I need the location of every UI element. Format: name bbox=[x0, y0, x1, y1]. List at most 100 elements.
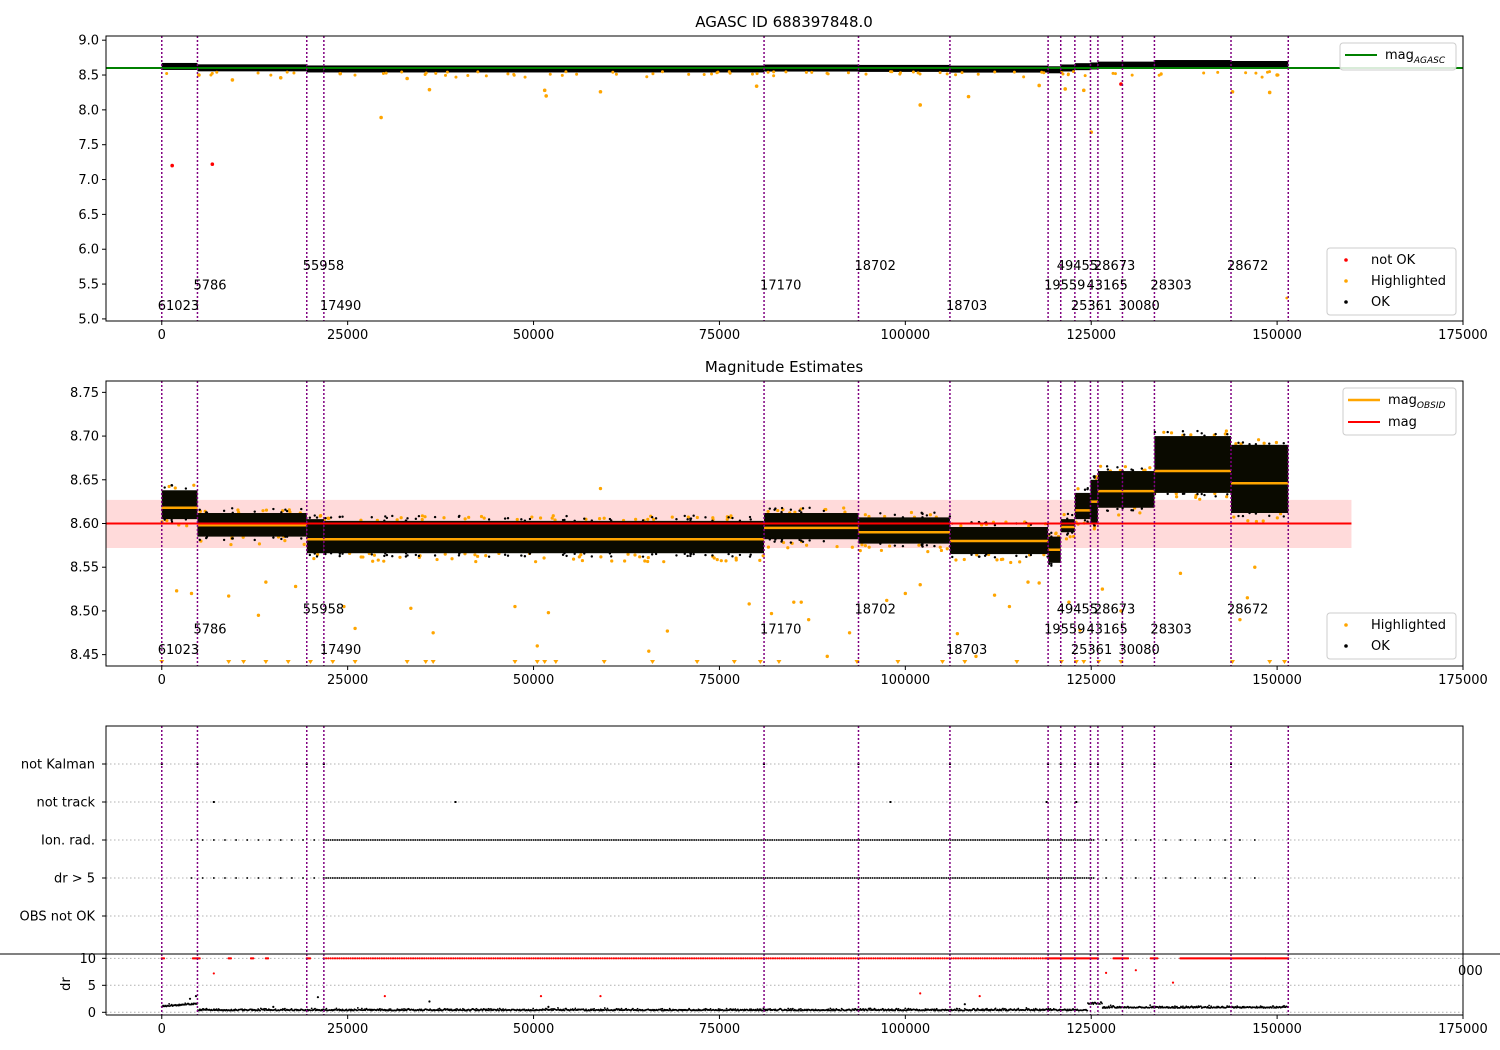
flag-point bbox=[1010, 839, 1012, 841]
dr-clipped-point bbox=[619, 957, 622, 960]
flag-point bbox=[992, 839, 994, 841]
flag-point bbox=[1083, 839, 1086, 841]
flag-point bbox=[403, 839, 405, 841]
highlighted-point bbox=[431, 631, 435, 635]
dr-clipped-point bbox=[351, 957, 354, 960]
flag-point bbox=[447, 839, 450, 841]
ok-point bbox=[683, 552, 686, 556]
dr-clipped-point bbox=[556, 957, 560, 960]
ok-point bbox=[170, 484, 173, 487]
dr-clipped-point bbox=[849, 957, 853, 960]
flag-point bbox=[927, 839, 930, 841]
dr-clipped-point bbox=[872, 957, 875, 960]
flag-point bbox=[381, 839, 383, 841]
highlighted-point bbox=[1068, 535, 1072, 539]
ok-point bbox=[798, 509, 801, 512]
flag-point bbox=[343, 877, 345, 879]
highlighted-point bbox=[716, 70, 720, 74]
dr-clipped-point bbox=[901, 957, 904, 960]
dr-clipped-point bbox=[467, 957, 470, 960]
obsid-label: 55958 bbox=[303, 603, 344, 618]
flag-point bbox=[441, 877, 443, 879]
y-tick-label: 8.60 bbox=[70, 517, 99, 532]
flag-point bbox=[822, 877, 825, 879]
highlighted-point bbox=[670, 515, 674, 519]
highlighted-point bbox=[192, 483, 196, 487]
dr-clipped-point bbox=[543, 957, 546, 960]
flag-point bbox=[996, 877, 999, 879]
highlighted-point bbox=[687, 72, 691, 76]
flag-point bbox=[563, 877, 566, 879]
flag-point bbox=[1061, 839, 1064, 841]
highlighted-point bbox=[1245, 596, 1250, 600]
highlighted-point bbox=[715, 558, 719, 562]
dr-point bbox=[709, 1007, 712, 1010]
flag-point bbox=[595, 877, 597, 879]
ok-point bbox=[1282, 442, 1285, 445]
flag-point bbox=[836, 839, 838, 841]
flag-point bbox=[856, 839, 858, 841]
flag-point bbox=[374, 839, 376, 841]
dr-clipped-point bbox=[342, 957, 346, 960]
legend-bottom: Highlighted OK bbox=[1326, 612, 1457, 660]
highlighted-point bbox=[382, 559, 386, 563]
obsid-label: 18702 bbox=[854, 259, 895, 274]
flag-point bbox=[566, 877, 568, 879]
flag-point bbox=[787, 877, 789, 879]
dr-point bbox=[603, 1007, 606, 1009]
flag-point bbox=[421, 839, 423, 841]
flag-point bbox=[653, 877, 655, 879]
dr-clipped-point bbox=[559, 957, 562, 960]
flag-point bbox=[626, 877, 629, 879]
dr-clipped-point bbox=[1017, 957, 1020, 960]
flag-point bbox=[969, 877, 972, 879]
ok-point bbox=[414, 553, 418, 557]
ok-point bbox=[731, 516, 734, 520]
highlighted-point bbox=[379, 115, 383, 120]
flag-point bbox=[557, 839, 559, 841]
flag-point bbox=[838, 877, 840, 879]
ok-point bbox=[879, 542, 882, 545]
dr-clipped-point bbox=[610, 957, 613, 960]
ok-point bbox=[458, 514, 461, 518]
flag-point bbox=[829, 839, 832, 841]
flag-point bbox=[499, 839, 501, 841]
x-tick-label: 100000 bbox=[881, 328, 931, 343]
dr-clipped-point bbox=[963, 957, 966, 960]
dr-clipped-point bbox=[899, 957, 902, 960]
flag-point bbox=[519, 839, 521, 841]
ok-point bbox=[1140, 467, 1144, 470]
dr-clipped-point bbox=[588, 957, 591, 960]
dr-clipped-point bbox=[585, 957, 589, 960]
obsid-label: 28303 bbox=[1150, 279, 1191, 294]
flag-point bbox=[313, 839, 315, 841]
dr-clipped-point bbox=[990, 957, 993, 960]
ok-point bbox=[921, 544, 924, 547]
flag-point bbox=[900, 877, 903, 879]
obsid-label: 25361 bbox=[1071, 643, 1112, 658]
flag-point bbox=[396, 839, 399, 841]
flag-point bbox=[800, 877, 803, 879]
flag-point bbox=[619, 839, 622, 841]
dr-clipped-point bbox=[539, 957, 542, 960]
flag-point bbox=[715, 839, 718, 841]
dr-clipped-point bbox=[767, 957, 770, 960]
dr-clipped-point bbox=[474, 957, 477, 960]
flag-point bbox=[958, 839, 961, 841]
highlighted-point bbox=[850, 545, 854, 549]
x-tick-label: 0 bbox=[158, 1022, 166, 1037]
ok-point bbox=[675, 518, 678, 521]
dr-clipped-point bbox=[890, 957, 893, 960]
flag-point bbox=[845, 839, 847, 841]
dr-clipped-point bbox=[440, 957, 444, 960]
dr-clipped-point bbox=[1026, 957, 1029, 960]
ok-point bbox=[324, 516, 327, 520]
flag-point bbox=[383, 839, 385, 841]
flag-point bbox=[331, 877, 334, 879]
ok-point bbox=[1083, 519, 1087, 522]
flag-point bbox=[932, 839, 934, 841]
flag-point bbox=[760, 877, 762, 879]
flag-point bbox=[802, 839, 805, 841]
flag-point bbox=[831, 877, 834, 879]
dr-clipped-point bbox=[701, 957, 705, 960]
